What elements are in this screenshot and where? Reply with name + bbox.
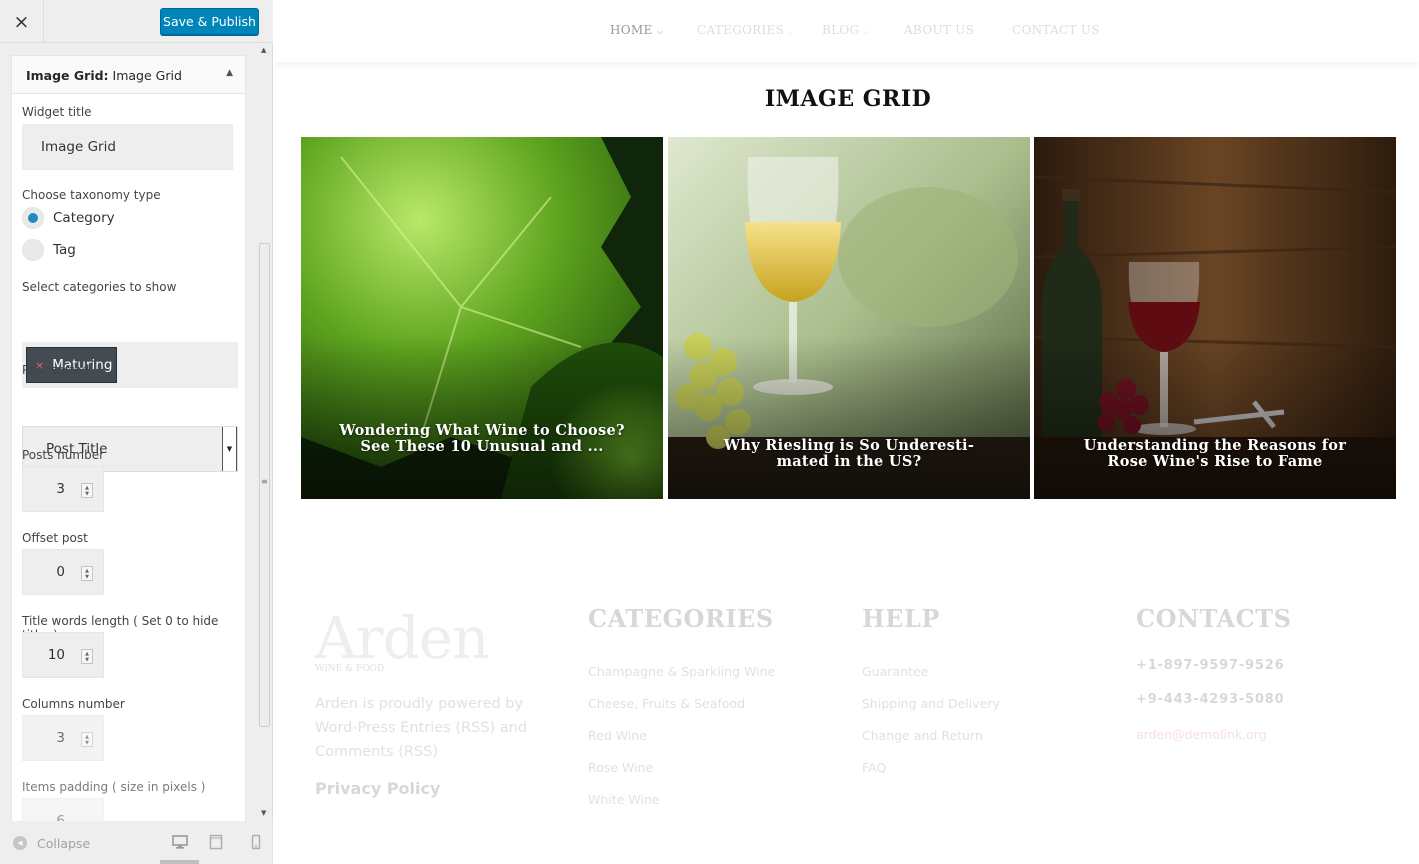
privacy-policy-link[interactable]: Privacy Policy [315,779,440,798]
nav-contact-us[interactable]: CONTACT US [1012,23,1100,37]
tile-caption[interactable]: Understanding the Reasons for Rose Wine'… [1064,438,1366,470]
radio-tag-label[interactable]: Tag [53,242,76,258]
sidebar-scroll-area: Image Grid: Image Grid ▲ Widget title Im… [0,43,273,821]
grid-tile[interactable]: Why Riesling is So Underesti-mated in th… [668,137,1030,499]
sidebar-header: × Save & Publish [0,0,273,43]
columns-label: Columns number [22,697,125,711]
site-footer: Arden WINE & FOOD Arden is proudly power… [274,560,1419,864]
footer-logo-tagline: WINE & FOOD [315,664,385,674]
widget-header-title: Image Grid: Image Grid [26,68,182,83]
save-publish-button[interactable]: Save & Publish [160,8,259,35]
nav-blog-label: BLOG [822,23,860,37]
tile-caption[interactable]: Why Riesling is So Underesti-mated in th… [698,438,1000,470]
footer-category-link[interactable]: Cheese, Fruits & Seafood [588,696,745,711]
grid-tile[interactable]: Understanding the Reasons for Rose Wine'… [1034,137,1396,499]
grid-tile[interactable]: Wondering What Wine to Choose? See These… [301,137,663,499]
spinner-icon[interactable]: ▲ ▼ [81,566,93,581]
footer-help-link[interactable]: FAQ [862,760,886,775]
spinner-icon[interactable]: ▲ ▼ [81,732,93,747]
post-sorted-label: Post sorted [22,363,90,377]
close-icon[interactable]: × [0,0,44,43]
radio-category[interactable] [22,207,44,229]
taxonomy-label: Choose taxonomy type [22,188,161,202]
posts-number-value: 3 [56,481,65,497]
tile-caption[interactable]: Wondering What Wine to Choose? See These… [331,423,633,455]
footer-category-link[interactable]: Champagne & Sparkling Wine [588,664,775,679]
footer-about-text: Arden is proudly powered by Word-Press E… [315,696,528,760]
categories-label: Select categories to show [22,280,177,294]
footer-categories-title: CATEGORIES [588,604,774,633]
footer-phone[interactable]: +1-897-9597-9526 [1136,658,1284,673]
nav-categories[interactable]: CATEGORIES ⌵ [697,23,795,37]
tablet-icon[interactable] [208,834,224,850]
chevron-down-icon: ⌵ [788,27,795,36]
nav-categories-label: CATEGORIES [697,23,785,37]
widget-panel: Image Grid: Image Grid ▲ Widget title Im… [11,55,246,821]
customizer-app: × Save & Publish Image Grid: Image Grid … [0,0,1419,864]
title-words-value: 10 [47,647,65,663]
footer-help-link[interactable]: Change and Return [862,728,983,743]
title-words-stepper[interactable]: 10 ▲ ▼ [22,632,104,678]
scrollbar-thumb[interactable]: ≡ [259,243,270,727]
footer-email-link[interactable]: arden@demolink.org [1136,727,1267,742]
customizer-sidebar: × Save & Publish Image Grid: Image Grid … [0,0,273,864]
footer-help-link[interactable]: Shipping and Delivery [862,696,1000,711]
footer-help-link[interactable]: Guarantee [862,664,928,679]
grip-icon: ≡ [261,477,268,486]
sidebar-scrollbar[interactable]: ▲ ≡ ▼ [258,43,272,821]
image-grid-title: IMAGE GRID [764,86,932,112]
padding-label: Items padding ( size in pixels ) [22,780,206,794]
nav-about-us[interactable]: ABOUT US [904,23,974,37]
nav-home-label: HOME [610,23,653,37]
widget-type-label: Image Grid: [26,68,109,83]
collapse-arrow-icon[interactable]: ◀ [13,836,27,850]
footer-category-link[interactable]: Rose Wine [588,760,653,775]
footer-category-link[interactable]: Red Wine [588,728,647,743]
footer-category-link[interactable]: White Wine [588,792,660,807]
padding-value: 6 [56,813,65,821]
nav-home[interactable]: HOME ⌵ [610,23,663,37]
posts-number-label: Posts number [22,448,105,462]
active-device-indicator [160,860,199,864]
footer-contacts-title: CONTACTS [1136,604,1292,633]
collapse-button[interactable]: Collapse [37,836,90,851]
offset-value: 0 [56,564,65,580]
columns-stepper[interactable]: 3 ▲ ▼ [22,715,104,761]
padding-stepper[interactable]: 6 [22,798,104,821]
radio-tag[interactable] [22,239,44,261]
chevron-down-icon: ⌵ [656,27,663,36]
offset-label: Offset post [22,531,88,545]
footer-help-title: HELP [862,604,940,633]
footer-logo[interactable]: Arden [315,604,489,672]
footer-phone[interactable]: +9-443-4293-5080 [1136,692,1284,707]
sidebar-footer: ◀ Collapse [0,821,273,864]
widget-header[interactable]: Image Grid: Image Grid ▲ [12,56,245,94]
widget-title-label: Widget title [22,105,92,119]
offset-stepper[interactable]: 0 ▲ ▼ [22,549,104,595]
posts-number-stepper[interactable]: 3 ▲ ▼ [22,466,104,512]
collapse-up-icon[interactable]: ▲ [226,68,233,78]
radio-category-label[interactable]: Category [53,210,115,226]
site-preview: HOME ⌵ CATEGORIES ⌵ BLOG ⌵ ABOUT US CONTACT… [274,0,1419,864]
nav-blog[interactable]: BLOG ⌵ [822,23,870,37]
top-navigation: HOME ⌵ CATEGORIES ⌵ BLOG ⌵ ABOUT US CONTACT… [274,0,1419,62]
chevron-down-icon: ⌵ [863,27,870,36]
desktop-icon[interactable] [172,834,188,850]
chevron-down-icon[interactable]: ▼ [222,427,237,471]
widget-title-input[interactable]: Image Grid [22,124,233,170]
mobile-icon[interactable] [248,834,264,850]
columns-value: 3 [56,730,65,746]
widget-instance-title: Image Grid [112,68,182,83]
spinner-icon[interactable]: ▲ ▼ [81,649,93,664]
scroll-down-icon[interactable]: ▼ [261,809,266,817]
spinner-icon[interactable]: ▲ ▼ [81,483,93,498]
scroll-up-icon[interactable]: ▲ [261,46,266,54]
